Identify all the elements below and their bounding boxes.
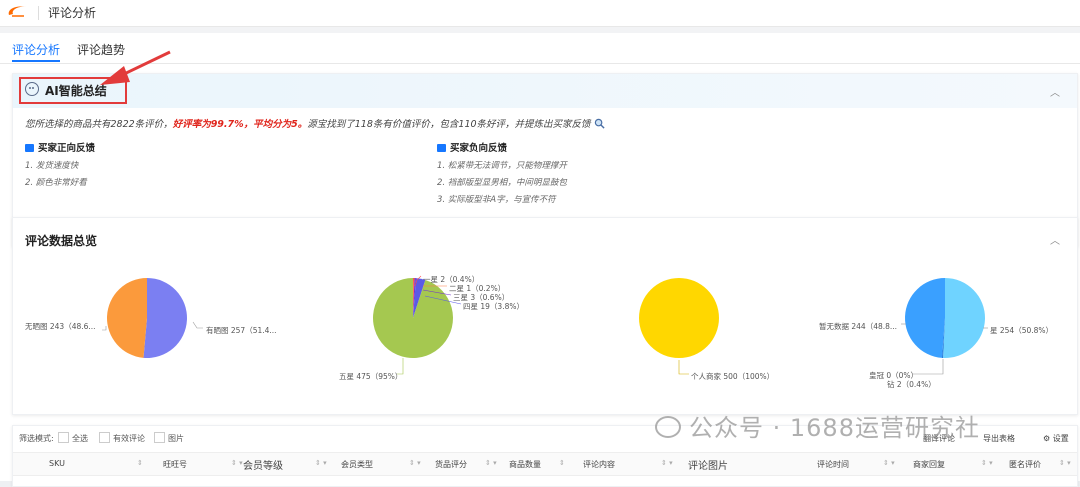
wechat-icon xyxy=(655,416,681,438)
watermark-text: 公众号 · 1688运营研究社 xyxy=(689,414,980,442)
watermark: 公众号 · 1688运营研究社 xyxy=(655,408,980,443)
